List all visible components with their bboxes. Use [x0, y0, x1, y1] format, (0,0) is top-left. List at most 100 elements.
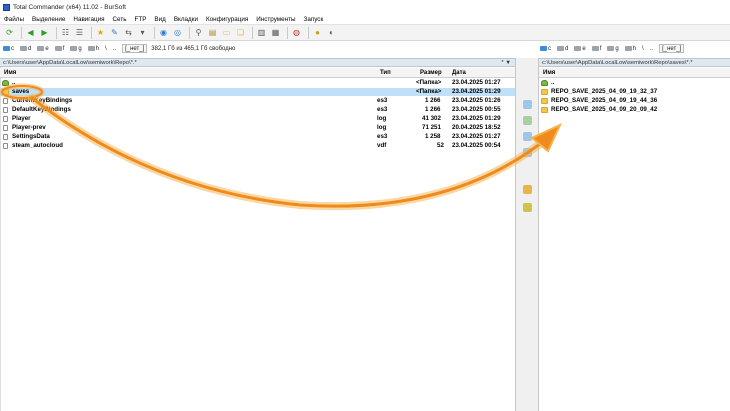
file-row-saves[interactable]: saves <Папка> 23.04.2025 01:29 [0, 88, 515, 96]
root-button[interactable]: \ [642, 46, 644, 52]
help-icon[interactable]: ● [312, 27, 323, 38]
file-row-parent[interactable]: .. <Папка> 23.04.2025 01:27 [0, 79, 515, 87]
forward-icon[interactable]: ▶ [39, 27, 50, 38]
drive-f[interactable]: f [54, 46, 64, 52]
drive-select-button[interactable]: [_нет_] [122, 44, 148, 53]
drive-icon [540, 46, 547, 51]
delete-icon[interactable] [523, 203, 532, 212]
ftp-icon[interactable]: ◎ [172, 27, 183, 38]
drive-letter: f [599, 45, 602, 52]
copy-names-icon[interactable]: ❏ [235, 27, 246, 38]
drive-g[interactable]: g [70, 45, 82, 52]
copy-icon[interactable] [523, 132, 532, 141]
drive-d[interactable]: d [20, 46, 31, 52]
edit-icon[interactable]: ✎ [109, 27, 120, 38]
right-file-panel[interactable] [539, 67, 730, 411]
column-type[interactable]: Тип [380, 68, 391, 78]
folder-row[interactable]: REPO_SAVE_2025_04_09_19_32_37 [539, 88, 730, 96]
file-row[interactable]: Player-prev log 71 251 20.04.2025 18:52 [0, 124, 515, 132]
pack-icon[interactable]: ▤ [207, 27, 218, 38]
full-view-icon[interactable]: ☰ [74, 27, 85, 38]
file-row-parent[interactable]: .. [539, 79, 730, 87]
menu-item-configuration[interactable]: Конфигурация [206, 16, 248, 23]
toolbar-separator [21, 26, 22, 39]
drive-icon [591, 46, 599, 51]
drive-g[interactable]: g [607, 45, 619, 52]
search-icon[interactable]: ⚲ [193, 27, 204, 38]
drive-c[interactable]: c [540, 46, 551, 52]
right-path-bar[interactable]: c:\Users\user\AppData\LocalLow\semiwork\… [539, 58, 730, 67]
drive-h[interactable]: h [87, 46, 99, 52]
drive-h[interactable]: h [624, 46, 636, 52]
drive-letter: g [615, 45, 619, 52]
folder-icon [541, 107, 548, 113]
edit-icon[interactable] [523, 116, 532, 125]
drive-letter: .. [649, 45, 654, 52]
file-row[interactable]: SettingsData es3 1 258 23.04.2025 01:27 [0, 133, 515, 141]
drive-e[interactable]: e [37, 46, 49, 52]
drive-letter: g [78, 45, 82, 52]
file-size: <Папка> [416, 79, 442, 86]
about-icon[interactable]: ◐ [326, 27, 337, 38]
folder-row[interactable]: REPO_SAVE_2025_04_09_19_44_36 [539, 97, 730, 105]
menu-item-ftp[interactable]: FTP [135, 16, 147, 23]
file-type: es3 [377, 133, 388, 140]
menu-item-network[interactable]: Сеть [113, 16, 127, 23]
right-path: c:\Users\user\AppData\LocalLow\semiwork\… [542, 60, 693, 66]
sync-icon[interactable]: ⇆ [123, 27, 134, 38]
new-folder-icon[interactable] [523, 185, 532, 194]
back-icon[interactable]: ◀ [25, 27, 36, 38]
file-date: 23.04.2025 01:26 [452, 97, 501, 104]
drive-select-button[interactable]: [_нет_] [659, 44, 685, 53]
parent-button[interactable]: .. [113, 46, 116, 52]
drive-icon [37, 46, 45, 51]
file-row[interactable]: Player log 41 302 23.04.2025 01:29 [0, 115, 515, 123]
favorites-star-icon[interactable]: ★ [95, 27, 106, 38]
compare-icon[interactable]: ▥ [256, 27, 267, 38]
toolbar-separator [91, 26, 92, 39]
file-row[interactable]: DefaultKeyBindings es3 1 266 23.04.2025 … [0, 106, 515, 114]
file-name: .. [12, 79, 16, 86]
drive-c[interactable]: c [3, 46, 14, 52]
menu-item-tabs[interactable]: Вкладки [174, 16, 198, 23]
menu-item-selection[interactable]: Выделение [32, 16, 65, 23]
menu-item-files[interactable]: Файлы [4, 16, 24, 23]
menu-item-tools[interactable]: Инструменты [256, 16, 295, 23]
file-row[interactable]: steam_autocloud vdf 52 23.04.2025 00:54 [0, 142, 515, 150]
brief-view-icon[interactable]: ☷ [60, 27, 71, 38]
view-icon[interactable] [523, 100, 532, 109]
column-name[interactable]: Имя [4, 68, 16, 78]
drive-f[interactable]: f [591, 45, 602, 52]
globe-icon[interactable]: ◉ [158, 27, 169, 38]
drive-e[interactable]: e [574, 46, 586, 52]
root-button[interactable]: \ [105, 46, 107, 52]
file-row[interactable]: CurrentKeyBindings es3 1 266 23.04.2025 … [0, 97, 515, 105]
multi-rename-icon[interactable]: ▦ [270, 27, 281, 38]
refresh-icon[interactable]: ⟳ [4, 27, 15, 38]
drive-letter: .. [112, 45, 117, 52]
move-icon[interactable] [523, 148, 532, 157]
file-icon [3, 116, 8, 122]
left-path: c:\Users\user\AppData\LocalLow\semiwork\… [3, 60, 137, 66]
drive-letter: c [11, 45, 14, 52]
notepad-icon[interactable]: ▭ [221, 27, 232, 38]
menu-item-navigation[interactable]: Навигация [73, 16, 104, 23]
menu-item-run[interactable]: Запуск [304, 16, 324, 23]
column-date[interactable]: Дата [452, 68, 466, 78]
path-history-buttons[interactable]: * ▼ [501, 59, 511, 67]
file-name: Player-prev [12, 124, 46, 131]
file-size: 1 266 [425, 97, 441, 104]
drive-d[interactable]: d [557, 46, 568, 52]
drive-icon [574, 46, 582, 51]
settings-icon[interactable]: ◍ [291, 27, 302, 38]
file-date: 23.04.2025 01:27 [452, 133, 501, 140]
menu-item-view[interactable]: Вид [154, 16, 165, 23]
column-size[interactable]: Размер [420, 68, 442, 78]
folder-row[interactable]: REPO_SAVE_2025_04_09_20_09_42 [539, 106, 730, 114]
dropdown-icon[interactable]: ▾ [137, 27, 148, 38]
folder-icon [2, 89, 9, 95]
left-path-bar[interactable]: c:\Users\user\AppData\LocalLow\semiwork\… [0, 58, 515, 67]
parent-button[interactable]: .. [650, 46, 653, 52]
column-name[interactable]: Имя [543, 68, 555, 78]
file-icon [3, 107, 8, 113]
